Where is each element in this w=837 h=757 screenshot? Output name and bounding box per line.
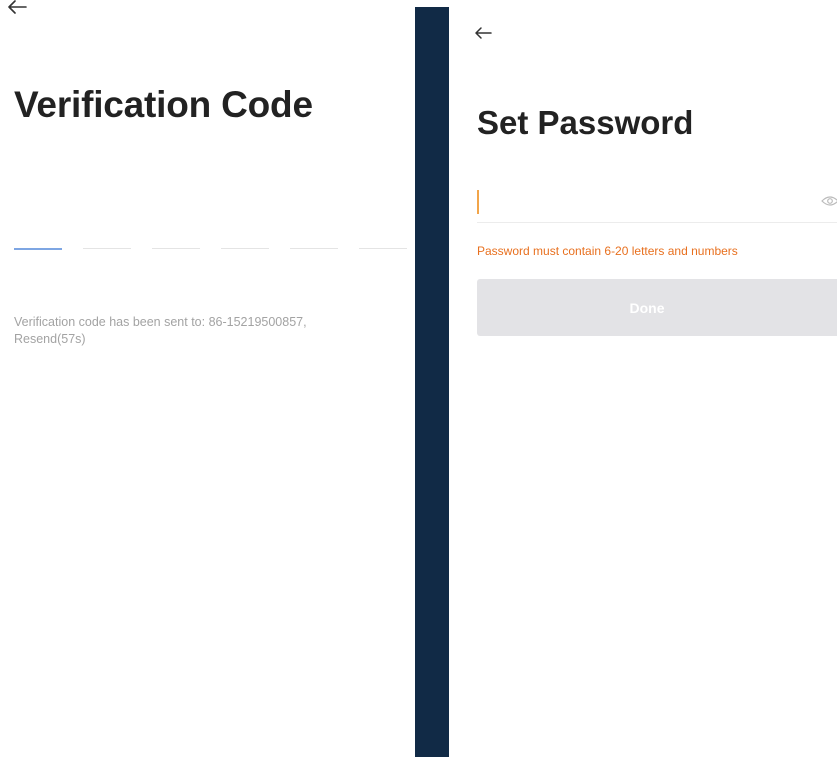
screenshot-root: Verification Code Verification code has … [0, 0, 837, 757]
code-slot-2[interactable] [83, 248, 131, 249]
resend-link[interactable]: Resend(57s) [14, 332, 86, 346]
page-title: Set Password [477, 104, 694, 141]
password-input[interactable] [477, 188, 797, 218]
verification-code-screen: Verification Code Verification code has … [0, 0, 415, 757]
code-sent-message: Verification code has been sent to: 86-1… [14, 314, 409, 348]
arrow-left-icon [475, 27, 492, 39]
text-caret [477, 190, 479, 214]
set-password-screen: Set Password Password must contain 6-20 … [449, 0, 837, 757]
code-slot-5[interactable] [290, 248, 338, 249]
eye-toggle-icon [821, 196, 837, 206]
done-button[interactable]: Done [477, 279, 837, 336]
verification-code-input[interactable] [14, 248, 409, 252]
back-button[interactable] [6, 0, 28, 16]
code-sent-text: Verification code has been sent to: 86-1… [14, 315, 307, 329]
show-password-toggle[interactable] [821, 194, 837, 208]
password-field[interactable] [477, 184, 837, 223]
password-hint: Password must contain 6-20 letters and n… [477, 244, 738, 258]
arrow-left-icon [8, 0, 27, 14]
code-slot-6[interactable] [359, 248, 407, 249]
code-slot-3[interactable] [152, 248, 200, 249]
code-slot-1[interactable] [14, 248, 62, 250]
divider-panel [415, 7, 449, 757]
page-title: Verification Code [14, 84, 313, 125]
back-button[interactable] [473, 25, 493, 41]
code-slot-4[interactable] [221, 248, 269, 249]
